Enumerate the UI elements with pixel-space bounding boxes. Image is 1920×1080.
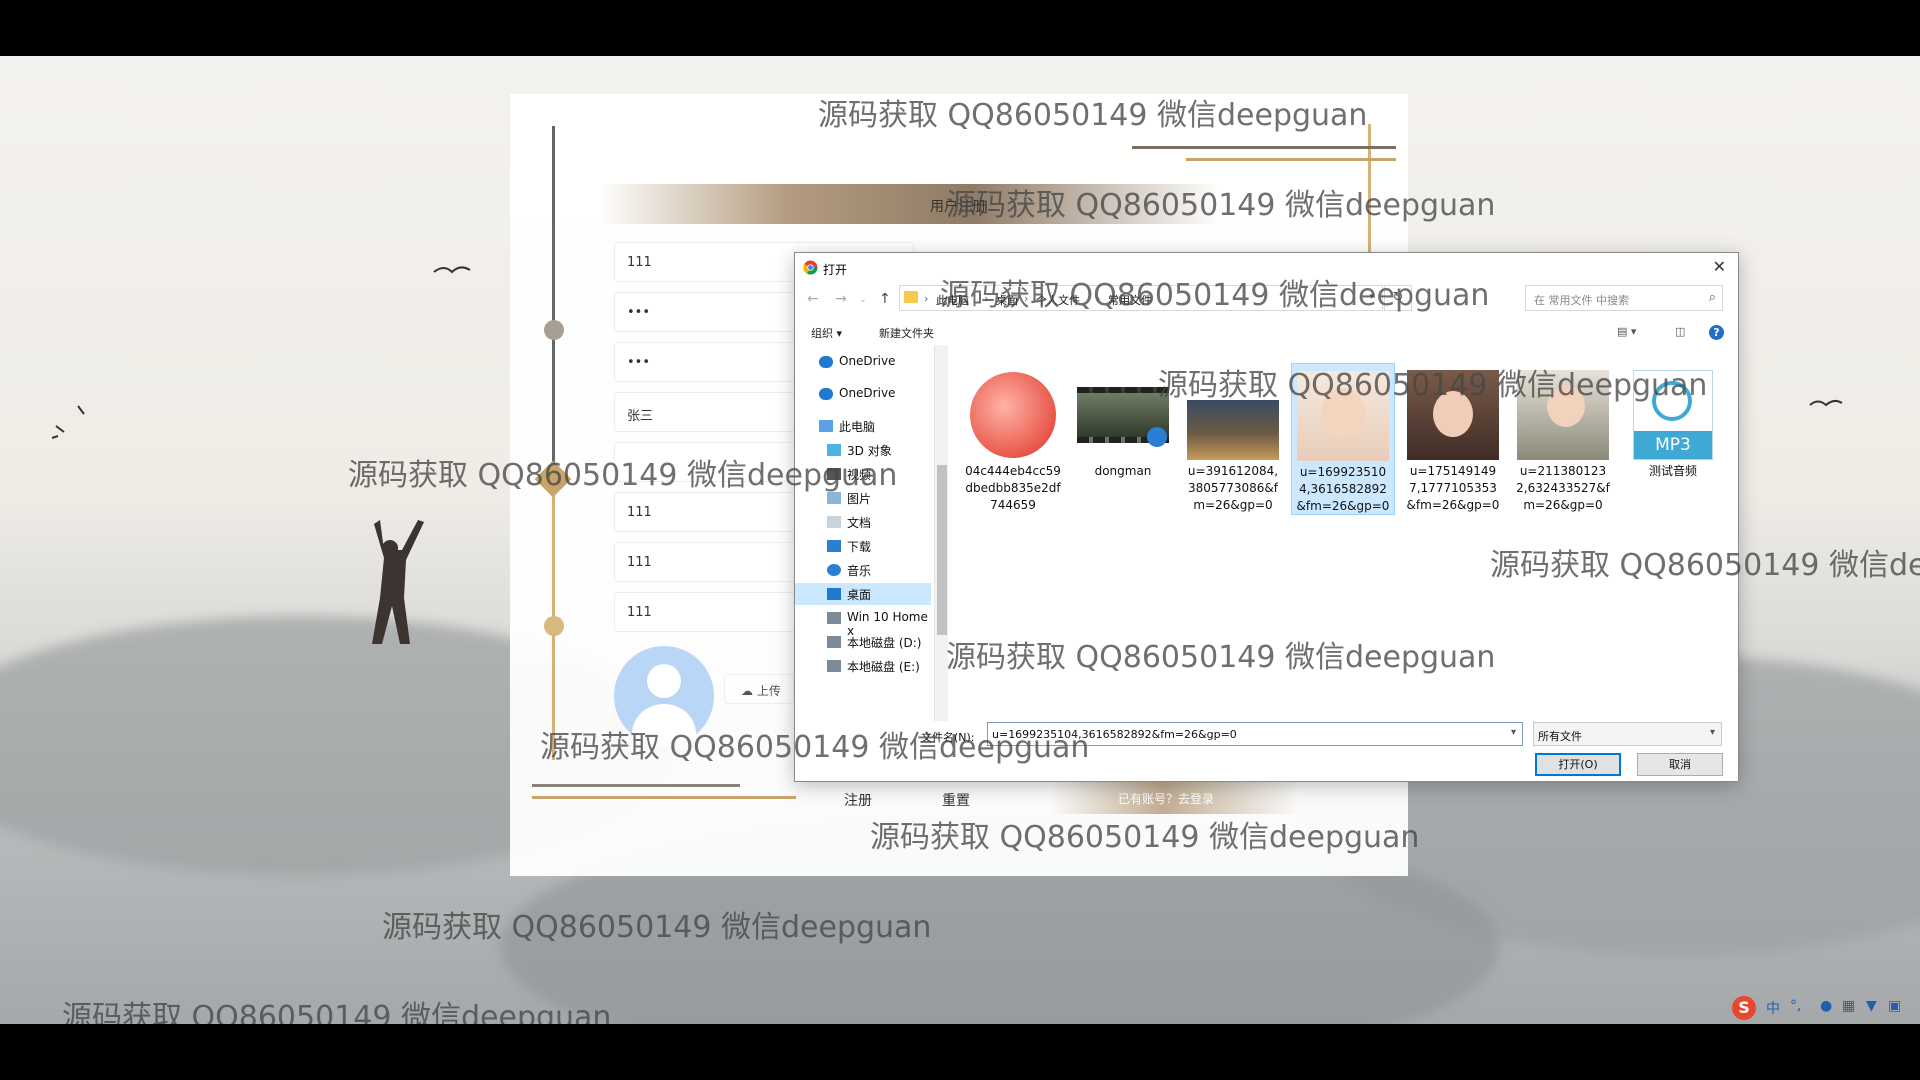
upload-button[interactable]: ☁ 上传: [724, 674, 794, 704]
login-link[interactable]: 已有账号？去登录: [1118, 790, 1214, 807]
watermark: 源码获取 QQ86050149 微信deepguan: [348, 458, 898, 493]
nav-item-documents[interactable]: 文档: [795, 511, 931, 533]
ime-punctuation[interactable]: °,: [1790, 998, 1801, 1014]
watermark: 源码获取 QQ86050149 微信deepguan: [946, 188, 1496, 223]
bird-icon: [433, 266, 471, 274]
desktop-background: 用户注册 111 ••• ••• 张三 111 111 111 ☁ 上传 注册 …: [0, 56, 1920, 1024]
nav-item-desktop[interactable]: 桌面: [795, 583, 931, 605]
drive-icon: [827, 660, 841, 672]
new-folder-button[interactable]: 新建文件夹: [879, 325, 934, 341]
dialog-toolbar: 组织 ▾ 新建文件夹 ▤ ▾ ◫ ?: [795, 321, 1738, 345]
folder-icon: [904, 291, 918, 303]
chrome-icon: [803, 260, 818, 275]
nav-item-drive-c[interactable]: Win 10 Home x: [795, 607, 931, 638]
file-item[interactable]: 04c444eb4cc59dbedbb835e2df744659: [961, 363, 1065, 515]
view-options-icon[interactable]: ▤ ▾: [1617, 325, 1636, 338]
filetype-select[interactable]: 所有文件 ▾: [1533, 722, 1722, 746]
cancel-button[interactable]: 取消: [1637, 753, 1723, 776]
deco-line: [532, 796, 796, 799]
bird-icon: [51, 405, 85, 439]
nav-item-onedrive-2[interactable]: OneDrive: [795, 383, 931, 405]
letterbox-bottom: [0, 1024, 1920, 1080]
drive-icon: [827, 636, 841, 648]
reset-button[interactable]: 重置: [942, 790, 970, 810]
computer-icon: [819, 420, 833, 432]
cloud-icon: [819, 356, 833, 368]
nav-item-music[interactable]: 音乐: [795, 559, 931, 581]
watermark: 源码获取 QQ86050149 微信deepguan: [1490, 548, 1920, 583]
timeline-node: [544, 320, 564, 340]
nav-item-downloads[interactable]: 下载: [795, 535, 931, 557]
ime-toolbar: S 中 °, ● ▦ ▼ ▣: [1728, 994, 1918, 1024]
register-button[interactable]: 注册: [844, 790, 872, 810]
preview-pane-icon[interactable]: ◫: [1675, 325, 1685, 338]
desktop-icon: [827, 588, 841, 600]
watermark: 源码获取 QQ86050149 微信deepguan: [818, 98, 1368, 133]
document-icon: [827, 516, 841, 528]
watermark: 源码获取 QQ86050149 微信deepguan: [540, 730, 1090, 765]
music-icon: [827, 564, 841, 576]
letterbox-top: [0, 0, 1920, 56]
peach-photo-thumbnail: [967, 369, 1059, 461]
video-thumbnail: [1077, 369, 1169, 461]
organize-menu[interactable]: 组织 ▾: [811, 325, 842, 341]
ime-language[interactable]: 中: [1766, 998, 1780, 1018]
drive-icon: [827, 612, 841, 624]
bird-icon: [1809, 399, 1843, 407]
watermark: 源码获取 QQ86050149 微信deepguan: [382, 910, 932, 945]
deco-line: [1132, 146, 1396, 149]
deco-line: [532, 784, 740, 787]
open-button[interactable]: 打开(O): [1535, 753, 1621, 776]
timeline-node: [544, 616, 564, 636]
nav-item-onedrive[interactable]: OneDrive: [795, 351, 931, 373]
chevron-down-icon[interactable]: ▾: [1511, 727, 1516, 738]
upload-icon: ☁: [741, 684, 753, 698]
recent-chevron-icon[interactable]: ⌄: [859, 295, 867, 305]
nav-item-drive-d[interactable]: 本地磁盘 (D:): [795, 631, 931, 653]
search-icon: ⌕: [1708, 290, 1716, 305]
nav-item-drive-e[interactable]: 本地磁盘 (E:): [795, 655, 931, 677]
microphone-icon[interactable]: ●: [1820, 998, 1832, 1014]
scrollbar-thumb[interactable]: [937, 465, 947, 635]
watermark: 源码获取 QQ86050149 微信deepguan: [1158, 368, 1708, 403]
help-icon[interactable]: ?: [1709, 325, 1724, 340]
dialog-title: 打开: [823, 263, 848, 277]
watermark: 源码获取 QQ86050149 微信deepguan: [870, 820, 1420, 855]
up-arrow-icon[interactable]: ↑: [879, 291, 891, 307]
file-open-dialog: 打开 ✕ ← → ⌄ ↑ › 此电脑 › 桌面 › 个人文件 › 常用文件 ▾ …: [794, 252, 1739, 782]
forward-arrow-icon[interactable]: →: [835, 291, 847, 307]
watermark: 源码获取 QQ86050149 微信deepguan: [940, 278, 1490, 313]
search-input[interactable]: 在 常用文件 中搜索 ⌕: [1525, 285, 1723, 311]
hiker-silhouette: [372, 520, 424, 644]
watermark: 源码获取 QQ86050149 微信deepguan: [946, 640, 1496, 675]
sogou-icon[interactable]: S: [1732, 996, 1756, 1020]
skin-icon[interactable]: ▼: [1866, 998, 1877, 1014]
back-arrow-icon[interactable]: ←: [807, 291, 819, 307]
navigation-pane: OneDrive OneDrive 此电脑 3D 对象 视频 图片 文档 下载 …: [795, 345, 939, 721]
deco-line: [1186, 158, 1396, 161]
login-link-band: 已有账号？去登录: [1050, 782, 1300, 814]
close-icon[interactable]: ✕: [1713, 257, 1726, 276]
nav-item-this-pc[interactable]: 此电脑: [795, 415, 931, 437]
keyboard-icon[interactable]: ▦: [1842, 998, 1855, 1014]
download-icon: [827, 540, 841, 552]
chevron-down-icon[interactable]: ▾: [1710, 727, 1715, 738]
toolbox-icon[interactable]: ▣: [1888, 998, 1901, 1014]
cloud-icon: [819, 388, 833, 400]
watermark: 源码获取 QQ86050149 微信deepguan: [62, 1000, 612, 1024]
